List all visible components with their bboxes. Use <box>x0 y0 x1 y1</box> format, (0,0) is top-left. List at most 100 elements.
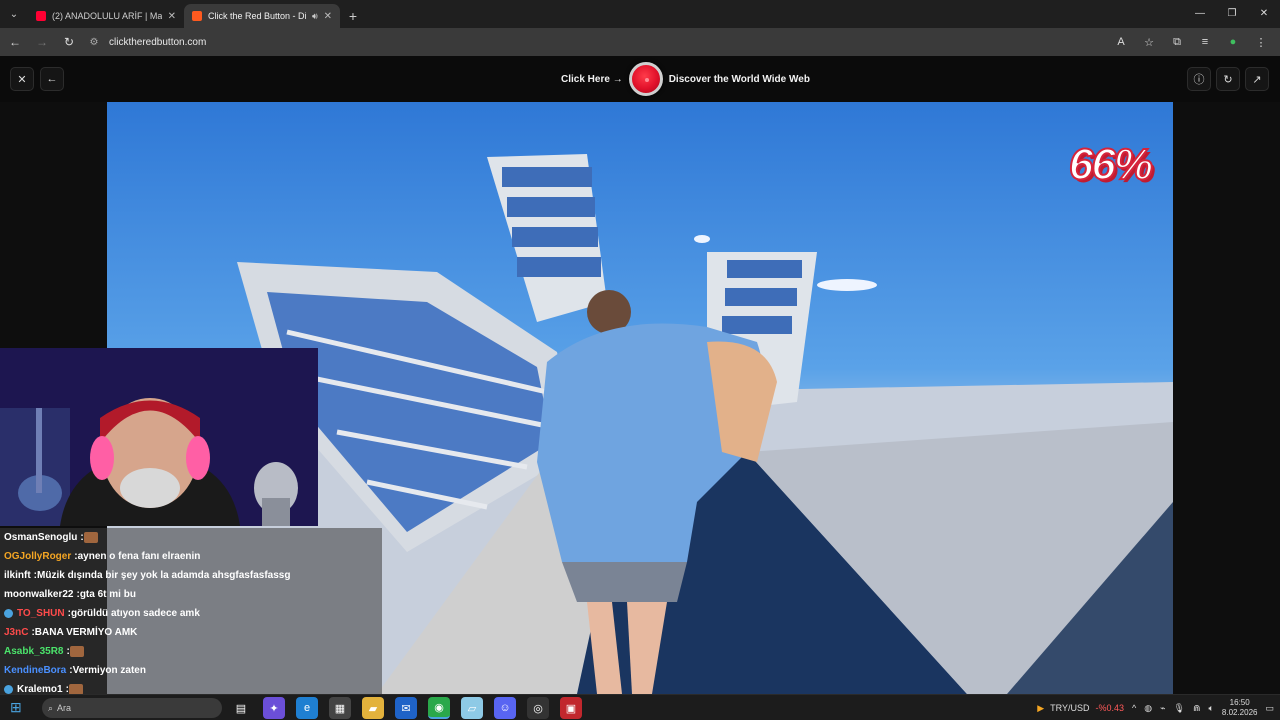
translate-icon[interactable]: A <box>1110 31 1132 53</box>
chat-text: gta 6t mi bu <box>79 589 136 600</box>
windows-taskbar: ⊞ ⌕ Ara ▤ ✦ e ▦ ▰ ✉ ◉ ▱ ☺ ◎ ▣ ▶ TRY/USD … <box>0 694 1280 720</box>
site-header-center: Click Here → Discover the World Wide Web <box>561 62 810 96</box>
microphone-icon[interactable]: 🎙︎ <box>1174 703 1185 714</box>
search-placeholder: Ara <box>57 703 72 713</box>
chat-username: OsmanSenoglu <box>4 532 78 543</box>
tab-search-icon[interactable]: ⌄ <box>0 0 28 28</box>
chat-username: moonwalker22 <box>4 589 74 600</box>
app-icon[interactable]: ▣ <box>560 697 582 719</box>
open-external-icon[interactable]: ↗ <box>1245 67 1269 91</box>
chat-username: J3nC <box>4 627 29 638</box>
chat-text: Müzik dışında bir şey yok la adamda ahsg… <box>37 570 291 581</box>
clock-date: 8.02.2026 <box>1221 708 1258 717</box>
currency-change: -%0.43 <box>1095 703 1124 713</box>
currency-widget[interactable]: ▶ TRY/USD -%0.43 <box>1037 703 1124 714</box>
profile-icon[interactable]: ● <box>1222 31 1244 53</box>
address-bar[interactable]: ⚙ clicktheredbutton.com <box>87 31 1110 53</box>
extensions-icon[interactable]: ⧉ <box>1166 31 1188 53</box>
chat-emote-icon <box>69 646 84 657</box>
task-view-icon[interactable]: ▤ <box>230 697 252 719</box>
restore-icon[interactable]: ❐ <box>1216 0 1248 26</box>
chat-username: Asabk_35R8 <box>4 646 64 657</box>
chat-text: Vermiyon zaten <box>72 665 146 676</box>
chat-text: görüldü atıyon sadece amk <box>70 608 200 619</box>
red-button[interactable] <box>628 62 663 96</box>
browser-tab-strip: ⌄ (2) ANADOLULU ARİF | Madara... ✕ Click… <box>0 0 1280 28</box>
speaker-icon[interactable]: 🔊︎ <box>312 11 318 22</box>
close-tab-icon[interactable]: ✕ <box>168 11 176 22</box>
notifications-icon[interactable]: ▭ <box>1265 703 1274 714</box>
tab-clicktheredbutton[interactable]: Click the Red Button - Disco... 🔊︎ ✕ <box>184 4 340 28</box>
minimize-icon[interactable]: — <box>1184 0 1216 26</box>
tab-title: (2) ANADOLULU ARİF | Madara... <box>52 11 162 21</box>
chat-message: ilkinft: Müzik dışında bir şey yok la ad… <box>0 566 382 585</box>
chat-message: OsmanSenoglu: <box>0 528 382 547</box>
close-tab-icon[interactable]: ✕ <box>324 11 332 22</box>
window-controls: — ❐ ✕ <box>1184 0 1280 26</box>
chat-message: J3nC: BANA VERMİYO AMK <box>0 623 382 642</box>
youtube-favicon-icon <box>36 11 46 21</box>
clock-time: 16:50 <box>1229 698 1250 707</box>
chat-message: TO_SHUN: görüldü atıyon sadece amk <box>0 604 382 623</box>
taskbar-apps: ▤ ✦ e ▦ ▰ ✉ ◉ ▱ ☺ ◎ ▣ <box>230 697 582 719</box>
edge-icon[interactable]: e <box>296 697 318 719</box>
network-icon[interactable]: ⌁ <box>1160 703 1165 714</box>
new-tab-button[interactable]: + <box>340 4 366 28</box>
currency-icon: ▶ <box>1037 702 1045 713</box>
site-header: ✕ ← Click Here → Discover the World Wide… <box>0 56 1280 102</box>
stream-chat: OsmanSenoglu: OGJollyRoger: aynen o fena… <box>0 528 382 695</box>
discord-icon[interactable]: ☺ <box>494 697 516 719</box>
chat-message: OGJollyRoger: aynen o fena fanı elraenin <box>0 547 382 566</box>
show-hidden-icons[interactable]: ^ <box>1132 703 1136 713</box>
notepad-icon[interactable]: ▱ <box>461 697 483 719</box>
taskbar-search[interactable]: ⌕ Ara <box>42 698 222 718</box>
system-tray: ▶ TRY/USD -%0.43 ^ ◍ ⌁ 🎙︎ ⋒ 🔈︎ 16:50 8.0… <box>1037 697 1274 719</box>
menu-icon[interactable]: ⋮ <box>1250 31 1272 53</box>
clock[interactable]: 16:50 8.02.2026 <box>1222 698 1258 718</box>
volume-icon[interactable]: 🔈︎ <box>1208 703 1213 714</box>
back-arrow-icon[interactable]: ← <box>40 67 64 91</box>
close-icon[interactable]: ✕ <box>10 67 34 91</box>
steam-icon[interactable]: ◍ <box>1144 703 1152 714</box>
chat-text: BANA VERMİYO AMK <box>34 627 138 638</box>
refresh-icon[interactable]: ↻ <box>1216 67 1240 91</box>
media-controls-icon[interactable]: ≡ <box>1194 31 1216 53</box>
close-icon[interactable]: ✕ <box>1248 0 1280 26</box>
site-info-icon[interactable]: ⚙ <box>87 35 101 49</box>
copilot-icon[interactable]: ✦ <box>263 697 285 719</box>
search-icon: ⌕ <box>48 702 54 713</box>
obs-icon[interactable]: ◎ <box>527 697 549 719</box>
tab-youtube[interactable]: (2) ANADOLULU ARİF | Madara... ✕ <box>28 4 184 28</box>
discover-label: Discover the World Wide Web <box>668 73 810 85</box>
chat-message: KendineBora: Vermiyon zaten <box>0 661 382 680</box>
chat-username: KendineBora <box>4 665 67 676</box>
chat-message: Asabk_35R8: <box>0 642 382 661</box>
tab-title: Click the Red Button - Disco... <box>208 11 306 21</box>
chat-message: moonwalker22: gta 6t mi bu <box>0 585 382 604</box>
currency-label: TRY/USD <box>1050 703 1090 713</box>
toolbar-actions: A ☆ ⧉ ≡ ● ⋮ <box>1110 31 1272 53</box>
chat-username: ilkinft <box>4 570 31 581</box>
reload-icon[interactable]: ↻ <box>57 30 81 54</box>
click-here-label: Click Here → <box>561 73 623 85</box>
chat-username: TO_SHUN <box>17 608 65 619</box>
bookmark-star-icon[interactable]: ☆ <box>1138 31 1160 53</box>
file-explorer-icon[interactable]: ▰ <box>362 697 384 719</box>
chat-text: aynen o fena fanı elraenin <box>77 551 201 562</box>
chat-badge-icon <box>4 685 13 694</box>
chat-emote-icon <box>83 532 98 543</box>
windows-start-icon[interactable]: ⊞ <box>10 699 22 716</box>
forward-icon[interactable]: → <box>30 30 54 54</box>
progress-percent: 66% <box>1068 139 1154 190</box>
site-favicon-icon <box>192 11 202 21</box>
wifi-icon[interactable]: ⋒ <box>1193 703 1201 714</box>
info-icon[interactable]: ⓘ <box>1187 67 1211 91</box>
back-icon[interactable]: ← <box>3 30 27 54</box>
outlook-icon[interactable]: ✉ <box>395 697 417 719</box>
streamer-webcam <box>0 348 318 526</box>
chrome-icon[interactable]: ◉ <box>428 697 450 719</box>
chat-username: OGJollyRoger <box>4 551 72 562</box>
store-icon[interactable]: ▦ <box>329 697 351 719</box>
browser-toolbar: ← → ↻ ⚙ clicktheredbutton.com A ☆ ⧉ ≡ ● … <box>0 28 1280 56</box>
url-text: clicktheredbutton.com <box>109 36 207 48</box>
